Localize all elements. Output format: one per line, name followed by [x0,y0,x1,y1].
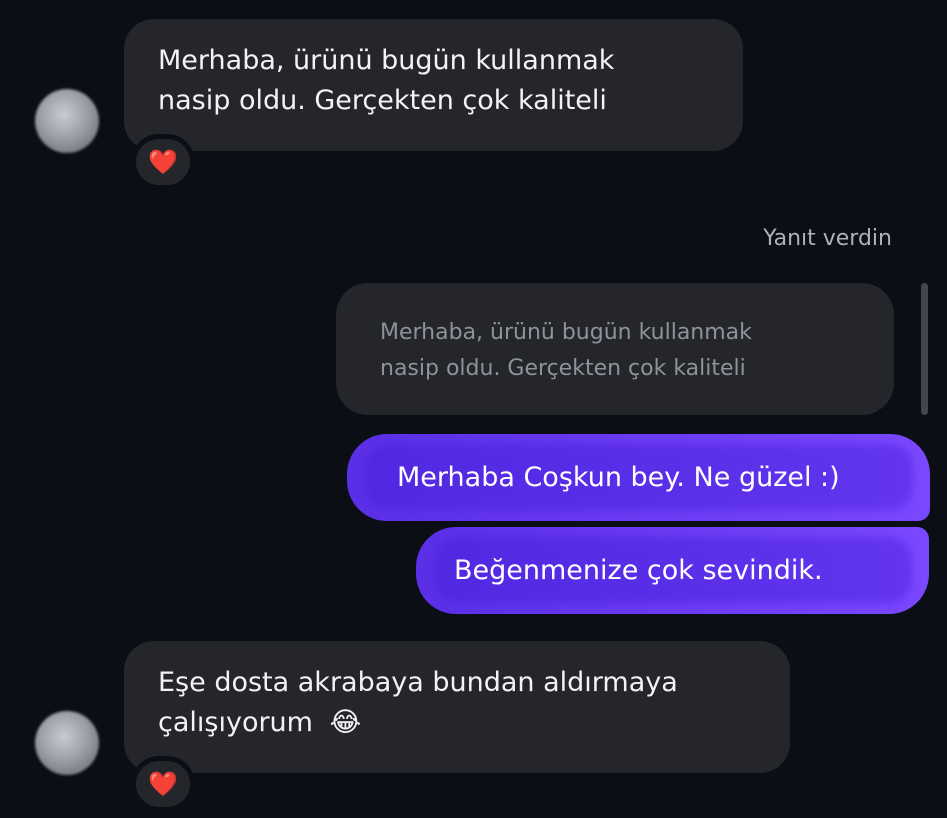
outgoing-message-2[interactable]: Beğenmenize çok sevindik. [416,527,929,614]
quote-indicator-bar [921,283,928,415]
outgoing-message-1[interactable]: Merhaba Coşkun bey. Ne güzel :) [347,434,930,521]
incoming-message-1[interactable]: Merhaba, ürünü bugün kullanmak nasip old… [124,19,743,151]
sender-avatar[interactable] [35,711,99,775]
outgoing-message-1-text: Merhaba Coşkun bey. Ne güzel :) [397,462,840,493]
heart-reaction-1[interactable]: ❤️ [131,134,195,190]
heart-icon: ❤️ [148,148,178,176]
incoming-message-2[interactable]: Eşe dosta akrabaya bundan aldırmaya çalı… [124,641,790,773]
quoted-message[interactable]: Merhaba, ürünü bugün kullanmak nasip old… [336,283,894,415]
outgoing-message-2-text: Beğenmenize çok sevindik. [454,555,823,586]
message-2-line-2: çalışıyorum 😂 [158,703,756,743]
message-2-line-1: Eşe dosta akrabaya bundan aldırmaya [158,667,678,698]
heart-icon: ❤️ [148,770,178,798]
message-1-line-1: Merhaba, ürünü bugün kullanmak [158,45,615,76]
tears-of-joy-emoji: 😂 [329,707,362,738]
message-2-line-2-text: çalışıyorum [158,707,313,738]
reply-label: Yanıt verdin [763,226,892,251]
quoted-line-1: Merhaba, ürünü bugün kullanmak [380,320,752,345]
message-1-line-2: nasip oldu. Gerçekten çok kaliteli [158,85,607,116]
heart-reaction-2[interactable]: ❤️ [131,756,195,812]
sender-avatar[interactable] [35,89,99,153]
quoted-line-2: nasip oldu. Gerçekten çok kaliteli [380,356,746,381]
